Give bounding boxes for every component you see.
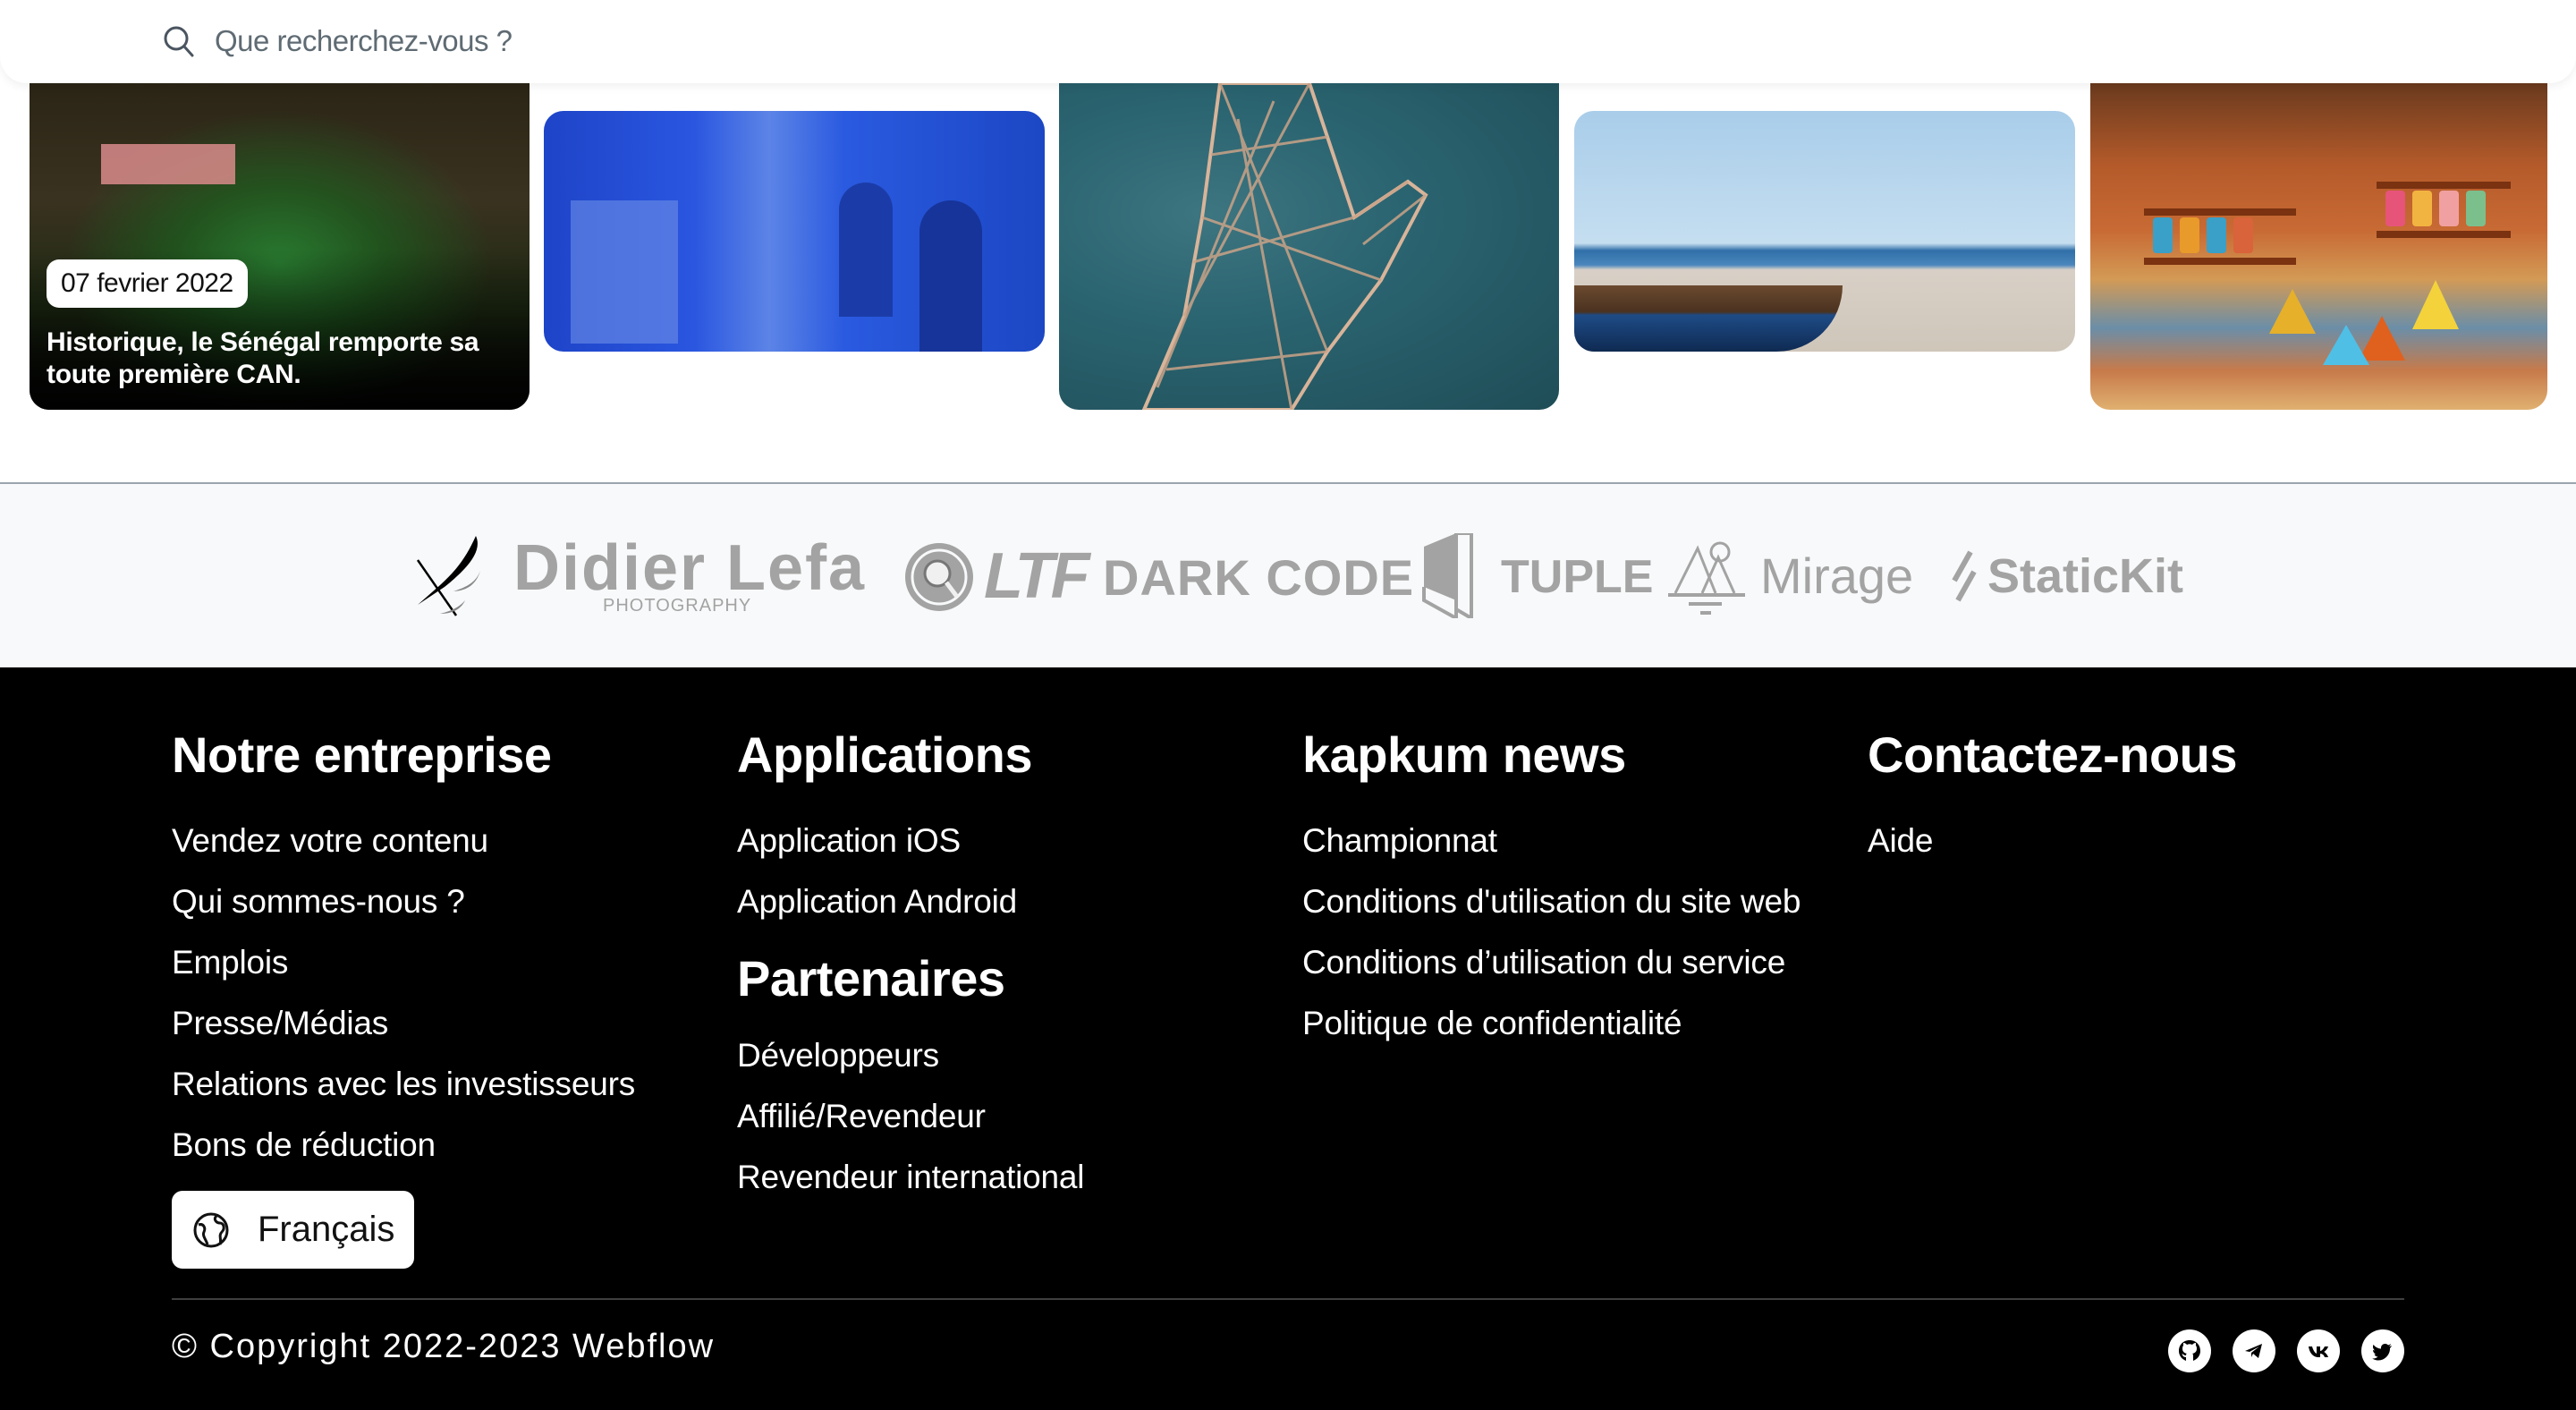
card-title: Historique, le Sénégal remporte sa toute… [47, 327, 479, 389]
page: 07 fevrier 2022 Historique, le Sénégal r… [0, 0, 2576, 1410]
footer-heading: Applications [737, 726, 1033, 783]
footer-heading: Contactez-nous [1868, 726, 2238, 783]
footer-link[interactable]: Conditions d'utilisation du site web [1302, 871, 1801, 932]
logo-didier-lefa [413, 533, 489, 627]
door-icon [1422, 531, 1473, 622]
footer-link[interactable]: Application Android [737, 871, 1084, 932]
image-detail [2412, 191, 2432, 226]
image-card-beach[interactable] [1574, 111, 2075, 352]
logo-mirage-text: Mirage [1760, 548, 1914, 604]
image-detail [2269, 289, 2316, 334]
logo-statickit [1945, 550, 1981, 608]
footer-heading-partners: Partenaires [737, 950, 1005, 1007]
logo-tuple-text: TUPLE [1501, 551, 1654, 603]
footer-link[interactable]: Emplois [172, 932, 635, 993]
image-detail [2207, 217, 2226, 253]
github-icon[interactable] [2168, 1329, 2211, 1372]
search-bar [0, 0, 2576, 83]
image-detail [2323, 325, 2369, 365]
footer-link[interactable]: Aide [1868, 811, 2237, 871]
logo-mirage [1666, 538, 1747, 623]
image-detail [839, 183, 893, 317]
slash-icon [1952, 550, 1977, 602]
language-button[interactable]: Français [172, 1191, 414, 1269]
image-card-spice-market[interactable] [2090, 83, 2547, 410]
globe-icon [193, 1212, 229, 1247]
footer-link[interactable]: Relations avec les investisseurs [172, 1054, 635, 1115]
footer-link[interactable]: Politique de confidentialité [1302, 993, 1801, 1054]
logo-dark-code: DARK CODE [1103, 549, 1415, 606]
footer-column-contact: Contactez-nous Aide [1868, 726, 2238, 871]
footer-link[interactable]: Affilié/Revendeur [737, 1086, 1084, 1147]
search-input[interactable] [215, 18, 1288, 64]
vk-icon[interactable] [2297, 1329, 2340, 1372]
card-image [571, 200, 678, 344]
image-detail [2377, 182, 2511, 189]
footer-heading: Notre entreprise [172, 726, 552, 783]
footer: Notre entreprise Vendez votre contenu Qu… [0, 667, 2576, 1410]
footer-link[interactable]: Conditions d’utilisation du service [1302, 932, 1801, 993]
footer-link[interactable]: Développeurs [737, 1025, 1084, 1086]
footer-link[interactable]: Championnat [1302, 811, 1801, 871]
logo-didier-lefa-subtitle: PHOTOGRAPHY [603, 596, 752, 616]
image-detail [2377, 231, 2511, 238]
image-detail [2412, 280, 2459, 329]
bird-icon [416, 536, 480, 616]
card-image [1141, 83, 1428, 410]
footer-heading: kapkum news [1302, 726, 1626, 783]
footer-link[interactable]: Application iOS [737, 811, 1084, 871]
logo-tuple [1422, 531, 1476, 623]
footer-link[interactable]: Revendeur international [737, 1147, 1084, 1208]
copyright-text: © Copyright 2022-2023 Webflow [172, 1328, 716, 1365]
footer-column-news: kapkum news Championnat Conditions d'uti… [1302, 726, 1801, 1054]
image-card-wire-hand[interactable] [1059, 83, 1559, 410]
social-links [2168, 1329, 2404, 1372]
mountain-icon [1668, 541, 1745, 615]
logo-ltf-text: LTF [984, 540, 1090, 612]
footer-divider [172, 1298, 2404, 1300]
telegram-icon[interactable] [2233, 1329, 2275, 1372]
magnifier-circle-icon [905, 543, 973, 611]
footer-link[interactable]: Presse/Médias [172, 993, 635, 1054]
image-detail [2233, 217, 2253, 253]
footer-link[interactable]: Qui sommes-nous ? [172, 871, 635, 932]
footer-link[interactable]: Bons de réduction [172, 1115, 635, 1176]
image-detail [2466, 191, 2486, 226]
image-detail [2180, 217, 2199, 253]
logo-didier-lefa-text: Didier Lefa [513, 532, 867, 604]
image-detail [2144, 208, 2296, 216]
date-badge: 07 fevrier 2022 [47, 259, 248, 308]
card-image [1574, 285, 1843, 352]
footer-link[interactable]: Vendez votre contenu [172, 811, 635, 871]
image-detail [919, 200, 982, 352]
footer-column-applications: Applications Application iOS Application… [737, 726, 1084, 1208]
image-detail [2439, 191, 2459, 226]
language-label: Français [258, 1210, 395, 1249]
partner-logos: Didier Lefa PHOTOGRAPHY LTF DARK CODE TU… [0, 484, 2576, 667]
image-detail [2144, 258, 2296, 265]
image-detail [2385, 191, 2405, 226]
logo-ltf [903, 539, 975, 619]
card-image [101, 144, 235, 184]
footer-column-company: Notre entreprise Vendez votre contenu Qu… [172, 726, 635, 1176]
twitter-icon[interactable] [2361, 1329, 2404, 1372]
image-detail [2153, 217, 2173, 253]
image-card-blue-alley[interactable] [544, 111, 1045, 352]
news-card[interactable]: 07 fevrier 2022 Historique, le Sénégal r… [30, 83, 530, 410]
logo-statickit-text: StaticKit [1987, 549, 2184, 603]
search-icon [161, 23, 197, 59]
